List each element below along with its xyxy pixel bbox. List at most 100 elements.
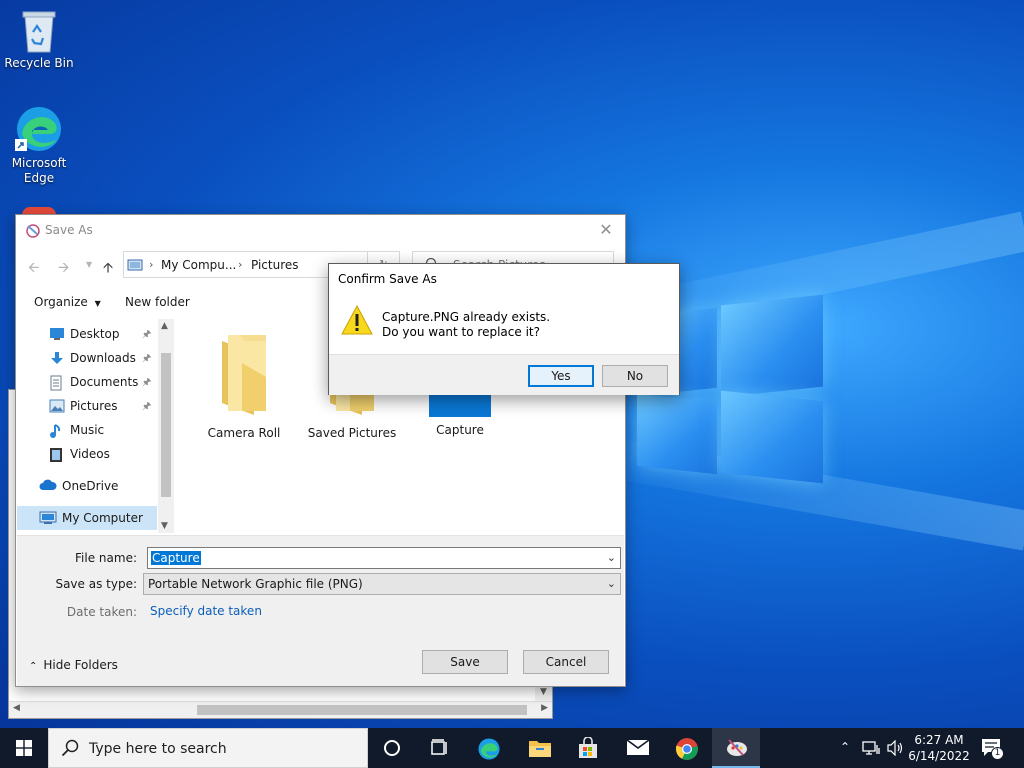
show-hidden-icons-chevron[interactable]: ⌃	[840, 740, 850, 768]
scroll-down-arrow[interactable]: ▼	[161, 521, 168, 531]
breadcrumb-pictures[interactable]: Pictures	[251, 258, 299, 272]
videos-icon	[50, 448, 62, 462]
nav-item-pictures[interactable]: Pictures 🖈	[17, 394, 157, 418]
edge-icon	[478, 738, 500, 760]
paint-app-icon	[26, 224, 40, 238]
mail-icon	[626, 739, 650, 755]
nav-item-documents[interactable]: Documents 🖈	[17, 370, 157, 394]
scrollbar-thumb[interactable]	[161, 353, 171, 497]
close-button[interactable]: ✕	[595, 220, 617, 239]
taskbar-chrome[interactable]	[662, 728, 710, 768]
taskbar: Type here to search ⌃ 6:27 AM 6/14/2022	[0, 728, 1024, 768]
dialog-title: Save As	[45, 223, 93, 237]
onedrive-icon	[39, 479, 57, 490]
nav-item-music[interactable]: Music	[17, 418, 157, 442]
taskbar-edge[interactable]	[464, 728, 512, 768]
desktop-icon-recycle-bin[interactable]: Recycle Bin	[1, 8, 77, 71]
pin-icon: 🖈	[142, 377, 152, 388]
start-button[interactable]	[0, 728, 48, 768]
taskbar-search-input[interactable]: Type here to search	[89, 741, 227, 757]
file-name-input[interactable]: Capture ⌄	[147, 547, 621, 569]
new-folder-button[interactable]: New folder	[125, 295, 190, 309]
nav-item-desktop[interactable]: Desktop 🖈	[17, 322, 157, 346]
chrome-icon	[675, 738, 698, 760]
specify-date-taken-link[interactable]: Specify date taken	[150, 604, 262, 618]
volume-icon[interactable]	[886, 740, 904, 756]
cortana-circle-icon	[384, 740, 400, 756]
file-label: Saved Pictures	[307, 426, 397, 440]
documents-icon	[50, 375, 62, 391]
forward-arrow-icon[interactable]: 🡪	[58, 257, 69, 281]
confirm-message-line-2: Do you want to replace it?	[382, 325, 540, 339]
nav-item-onedrive[interactable]: OneDrive	[17, 474, 157, 498]
nav-item-videos[interactable]: Videos	[17, 442, 157, 466]
warning-icon	[341, 304, 373, 335]
nav-label: Videos	[70, 447, 110, 461]
nav-item-my-computer[interactable]: My Computer	[17, 506, 157, 530]
save-options-panel: File name: Capture ⌄ Save as type: Porta…	[17, 535, 624, 686]
nav-label: Music	[70, 423, 105, 437]
breadcrumb-my-computer[interactable]: My Compu...	[161, 258, 236, 272]
nav-label: Desktop	[70, 327, 120, 341]
taskbar-file-explorer[interactable]	[515, 728, 563, 768]
folder-icon	[222, 335, 266, 415]
action-center-button[interactable]: 1	[980, 736, 1004, 763]
desktop-icon-label: Microsoft Edge	[11, 156, 67, 185]
desktop-icon-microsoft-edge[interactable]: Microsoft Edge	[1, 104, 77, 186]
task-view-button[interactable]	[416, 728, 464, 768]
taskbar-search-box[interactable]: Type here to search	[48, 728, 368, 768]
breadcrumb-separator: ›	[238, 258, 243, 271]
music-icon	[50, 424, 61, 438]
pin-icon: 🖈	[142, 329, 152, 340]
chevron-down-icon[interactable]: ⌄	[607, 551, 616, 564]
hide-folders-button[interactable]: ⌃ Hide Folders	[29, 658, 118, 672]
nav-label: Downloads	[70, 351, 136, 365]
edge-icon	[15, 107, 61, 151]
confirm-dialog-title: Confirm Save As	[338, 272, 437, 286]
navigation-pane: Desktop 🖈 Downloads 🖈 Documents 🖈 Pictur…	[17, 319, 174, 533]
organize-button[interactable]: Organize ▼	[34, 295, 101, 309]
desktop-icon-label: Recycle Bin	[4, 56, 74, 70]
hide-folders-label: Hide Folders	[43, 658, 118, 672]
scroll-left-arrow[interactable]: ◀	[13, 703, 20, 713]
navigation-pane-scrollbar[interactable]: ▲ ▼	[158, 319, 174, 533]
folder-camera-roll[interactable]: Camera Roll	[194, 333, 294, 440]
search-icon	[61, 739, 79, 757]
scrollbar-thumb[interactable]	[197, 705, 527, 715]
clock-date: 6/14/2022	[908, 749, 970, 763]
horizontal-scrollbar[interactable]: ◀ ▶	[9, 701, 552, 718]
cortana-button[interactable]	[368, 728, 416, 768]
desktop-icon	[50, 328, 64, 340]
save-button[interactable]: Save	[422, 650, 508, 674]
taskbar-paint[interactable]	[712, 728, 760, 768]
confirm-message-line-1: Capture.PNG already exists.	[382, 310, 551, 324]
no-button[interactable]: No	[602, 365, 668, 387]
chevron-down-icon: ▼	[94, 299, 101, 308]
back-arrow-icon[interactable]: 🡨	[28, 257, 39, 281]
scroll-up-arrow[interactable]: ▲	[161, 321, 168, 331]
download-icon	[51, 352, 63, 364]
cancel-button[interactable]: Cancel	[523, 650, 609, 674]
save-as-type-label: Save as type:	[55, 577, 137, 591]
save-as-type-select[interactable]: Portable Network Graphic file (PNG) ⌄	[143, 573, 621, 595]
recent-locations-chevron-icon[interactable]: ▼	[86, 260, 92, 269]
computer-icon	[127, 259, 143, 271]
taskbar-store[interactable]	[564, 728, 612, 768]
nav-label: Documents	[70, 375, 139, 389]
dialog-titlebar[interactable]: Save As ✕	[16, 215, 625, 245]
scroll-right-arrow[interactable]: ▶	[541, 703, 548, 713]
computer-icon	[39, 511, 57, 524]
up-arrow-icon[interactable]: 🡩	[103, 257, 113, 281]
pictures-icon	[49, 399, 65, 413]
clock-time: 6:27 AM	[914, 733, 964, 747]
chevron-up-icon: ⌃	[29, 661, 38, 672]
taskbar-mail[interactable]	[613, 728, 661, 768]
network-icon[interactable]	[862, 740, 880, 756]
nav-label: OneDrive	[62, 479, 119, 493]
confirm-save-as-dialog[interactable]: Confirm Save As Capture.PNG already exis…	[328, 263, 680, 395]
nav-item-downloads[interactable]: Downloads 🖈	[17, 346, 157, 370]
pin-icon: 🖈	[142, 401, 152, 412]
folder-icon	[529, 741, 551, 757]
yes-button[interactable]: Yes	[528, 365, 594, 387]
system-clock[interactable]: 6:27 AM 6/14/2022	[905, 732, 973, 764]
